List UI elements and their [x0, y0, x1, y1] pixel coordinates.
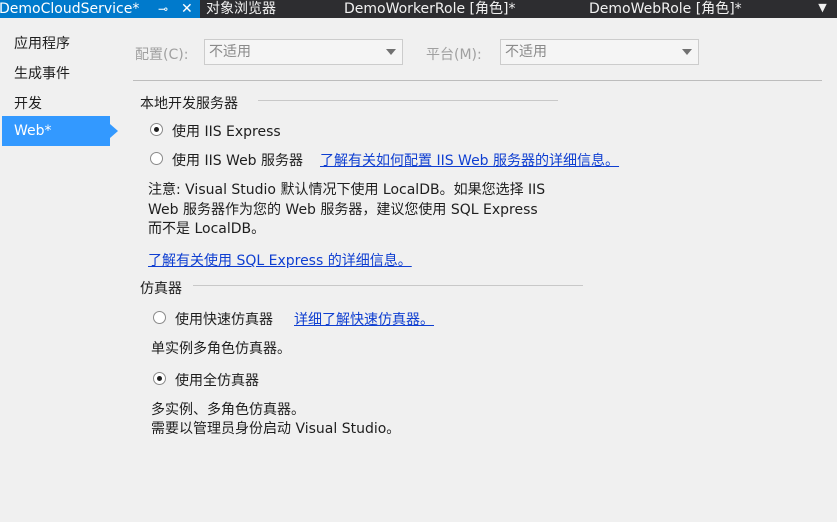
platform-select-value: 不适用 — [505, 44, 547, 60]
sql-express-link[interactable]: 了解有关使用 SQL Express 的详细信息。 — [148, 250, 412, 270]
chevron-down-icon — [386, 49, 396, 55]
tab-demowebrole[interactable]: DemoWebRole [角色]* — [589, 0, 742, 18]
emulator-section-title: 仿真器 — [140, 281, 182, 297]
local-server-section-title: 本地开发服务器 — [140, 96, 238, 112]
platform-select[interactable]: 不适用 — [500, 39, 699, 65]
express-emulator-radio[interactable] — [153, 311, 166, 324]
full-emulator-label[interactable]: 使用全仿真器 — [175, 370, 259, 390]
sidebar-item-application[interactable]: 应用程序 — [14, 33, 70, 53]
tab-demoworkerrole[interactable]: DemoWorkerRole [角色]* — [344, 0, 515, 18]
iis-web-server-link[interactable]: 了解有关如何配置 IIS Web 服务器的详细信息。 — [320, 150, 619, 170]
tab-list-dropdown-icon[interactable]: ▼ — [808, 0, 837, 18]
config-select[interactable]: 不适用 — [204, 39, 403, 65]
close-icon[interactable]: ✕ — [181, 0, 193, 18]
section-divider — [258, 100, 558, 101]
pin-icon[interactable]: ⊸ — [158, 0, 168, 18]
selection-arrow-icon — [110, 124, 118, 138]
localdb-note-line-1: 注意: Visual Studio 默认情况下使用 LocalDB。如果您选择 … — [148, 182, 546, 198]
sidebar-item-development[interactable]: 开发 — [14, 93, 42, 113]
localdb-note-line-3: 而不是 LocalDB。 — [148, 221, 266, 237]
tab-label: DemoCloudService* — [0, 1, 140, 17]
iis-web-server-label[interactable]: 使用 IIS Web 服务器 — [172, 150, 303, 170]
express-emulator-label[interactable]: 使用快速仿真器 — [175, 309, 273, 329]
iis-web-server-radio[interactable] — [150, 152, 163, 165]
config-label: 配置(C): — [135, 47, 189, 63]
iis-express-label[interactable]: 使用 IIS Express — [172, 121, 281, 141]
platform-label: 平台(M): — [426, 47, 482, 63]
config-select-value: 不适用 — [209, 44, 251, 60]
config-divider — [133, 80, 822, 81]
section-divider — [193, 285, 583, 286]
chevron-down-icon — [682, 49, 692, 55]
localdb-note-line-2: Web 服务器作为您的 Web 服务器，建议您使用 SQL Express — [148, 202, 538, 218]
property-pages-sidebar: 应用程序 生成事件 开发 Web* — [0, 18, 120, 522]
full-emulator-radio[interactable] — [153, 372, 166, 385]
express-emulator-link[interactable]: 详细了解快速仿真器。 — [294, 309, 434, 329]
full-emulator-description-line-2: 需要以管理员身份启动 Visual Studio。 — [151, 421, 401, 437]
iis-express-radio[interactable] — [150, 123, 163, 136]
tab-object-browser[interactable]: 对象浏览器 — [206, 0, 276, 18]
express-emulator-description: 单实例多角色仿真器。 — [151, 341, 291, 357]
document-tab-bar: DemoCloudService* ⊸ ✕ 对象浏览器 DemoWorkerRo… — [0, 0, 837, 18]
tab-democloudservice[interactable]: DemoCloudService* ⊸ ✕ — [0, 0, 200, 18]
full-emulator-description-line-1: 多实例、多角色仿真器。 — [151, 402, 305, 418]
sidebar-item-build-events[interactable]: 生成事件 — [14, 63, 70, 83]
sidebar-item-web[interactable]: Web* — [2, 116, 110, 146]
